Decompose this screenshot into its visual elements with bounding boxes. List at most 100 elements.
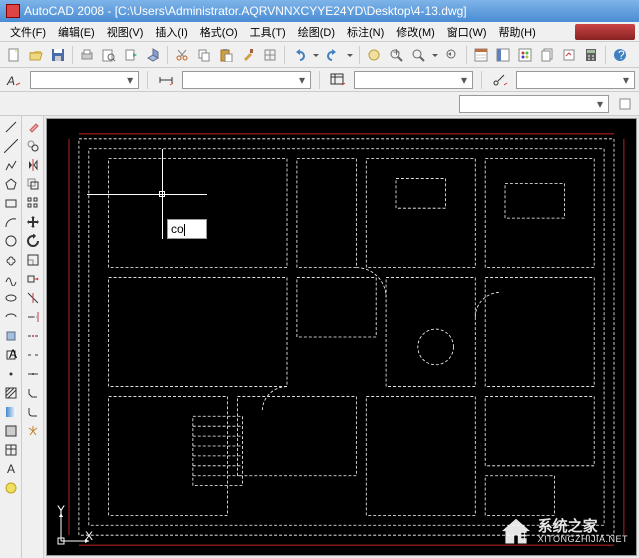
- menu-edit[interactable]: 编辑(E): [52, 22, 101, 42]
- menu-view[interactable]: 视图(V): [101, 22, 150, 42]
- menu-draw[interactable]: 绘图(D): [292, 22, 341, 42]
- dropdown-icon[interactable]: ▾: [124, 73, 136, 87]
- array-icon[interactable]: [24, 194, 42, 212]
- publish-icon[interactable]: [121, 45, 141, 65]
- sheetset-icon[interactable]: [537, 45, 557, 65]
- menu-insert[interactable]: 插入(I): [149, 22, 193, 42]
- preview-icon[interactable]: [99, 45, 119, 65]
- xline-icon[interactable]: [2, 137, 20, 155]
- dropdown-icon[interactable]: ▾: [594, 97, 606, 111]
- dropdown-icon[interactable]: ▾: [296, 73, 308, 87]
- zoom-dropdown-icon[interactable]: [430, 45, 440, 65]
- break-icon[interactable]: [24, 346, 42, 364]
- dimstyle-icon[interactable]: [156, 70, 176, 90]
- revcloud-icon[interactable]: [2, 251, 20, 269]
- rectangle-icon[interactable]: [2, 194, 20, 212]
- rotate-icon[interactable]: [24, 232, 42, 250]
- layer-combo[interactable]: ▾: [459, 95, 609, 113]
- layer-manager-icon[interactable]: [615, 94, 635, 114]
- mleaderstyle-icon[interactable]: [490, 70, 510, 90]
- dimstyle-combo[interactable]: ▾: [182, 71, 311, 89]
- point-icon[interactable]: [2, 365, 20, 383]
- dropdown-icon[interactable]: ▾: [458, 73, 470, 87]
- undo-icon[interactable]: [289, 45, 309, 65]
- 3dwf-icon[interactable]: [143, 45, 163, 65]
- stretch-icon[interactable]: [24, 270, 42, 288]
- markup-icon[interactable]: [559, 45, 579, 65]
- menu-tools[interactable]: 工具(T): [244, 22, 292, 42]
- open-icon[interactable]: [26, 45, 46, 65]
- polygon-icon[interactable]: [2, 175, 20, 193]
- menu-format[interactable]: 格式(O): [194, 22, 244, 42]
- drawing-area[interactable]: co X Y 系统之家 XITONGZHIJIA.NET: [46, 118, 637, 556]
- explode-icon[interactable]: [24, 422, 42, 440]
- offset-icon[interactable]: [24, 175, 42, 193]
- undo-dropdown-icon[interactable]: [311, 45, 321, 65]
- model-canvas[interactable]: [47, 119, 636, 555]
- redo-icon[interactable]: [323, 45, 343, 65]
- svg-text:?: ?: [618, 48, 625, 62]
- spline-icon[interactable]: [2, 270, 20, 288]
- zoom-previous-icon[interactable]: [442, 45, 462, 65]
- ellipse-icon[interactable]: [2, 289, 20, 307]
- toolpalette-icon[interactable]: [515, 45, 535, 65]
- styles-toolbar: A ▾ ▾ ▾ ▾: [0, 68, 639, 92]
- menu-dimension[interactable]: 标注(N): [341, 22, 390, 42]
- fillet-icon[interactable]: [24, 403, 42, 421]
- zoom-realtime-icon[interactable]: +: [386, 45, 406, 65]
- scale-icon[interactable]: [24, 251, 42, 269]
- tablestyle-icon[interactable]: [328, 70, 348, 90]
- dropdown-icon[interactable]: ▾: [620, 73, 632, 87]
- pan-icon[interactable]: [364, 45, 384, 65]
- quickcalc-icon[interactable]: [581, 45, 601, 65]
- crosshair-pickbox: [159, 191, 165, 197]
- pline-icon[interactable]: [2, 156, 20, 174]
- make-block-icon[interactable]: A: [2, 346, 20, 364]
- line-icon[interactable]: [2, 118, 20, 136]
- menu-help[interactable]: 帮助(H): [493, 22, 542, 42]
- new-icon[interactable]: [4, 45, 24, 65]
- save-icon[interactable]: [48, 45, 68, 65]
- insert-block-icon[interactable]: [2, 327, 20, 345]
- menu-file[interactable]: 文件(F): [4, 22, 52, 42]
- cut-icon[interactable]: [172, 45, 192, 65]
- move-icon[interactable]: [24, 213, 42, 231]
- menu-modify[interactable]: 修改(M): [390, 22, 441, 42]
- menu-window[interactable]: 窗口(W): [441, 22, 493, 42]
- chamfer-icon[interactable]: [24, 384, 42, 402]
- extend-icon[interactable]: [24, 308, 42, 326]
- mirror-icon[interactable]: [24, 156, 42, 174]
- plot-icon[interactable]: [77, 45, 97, 65]
- erase-icon[interactable]: [24, 118, 42, 136]
- break-point-icon[interactable]: [24, 327, 42, 345]
- trim-icon[interactable]: [24, 289, 42, 307]
- addselected-icon[interactable]: [2, 479, 20, 497]
- designcenter-icon[interactable]: [493, 45, 513, 65]
- gradient-icon[interactable]: [2, 403, 20, 421]
- region-icon[interactable]: [2, 422, 20, 440]
- properties-icon[interactable]: [471, 45, 491, 65]
- redo-dropdown-icon[interactable]: [345, 45, 355, 65]
- arc-icon[interactable]: [2, 213, 20, 231]
- separator: [466, 46, 467, 64]
- join-icon[interactable]: [24, 365, 42, 383]
- house-icon: [498, 517, 534, 547]
- dynamic-input[interactable]: co: [167, 219, 207, 239]
- textstyle-combo[interactable]: ▾: [30, 71, 139, 89]
- table-icon[interactable]: [2, 441, 20, 459]
- hatch-icon[interactable]: [2, 384, 20, 402]
- mtext-icon[interactable]: A: [2, 460, 20, 478]
- help-icon[interactable]: ?: [610, 45, 630, 65]
- copy-obj-icon[interactable]: [24, 137, 42, 155]
- paste-icon[interactable]: [216, 45, 236, 65]
- mleaderstyle-combo[interactable]: ▾: [516, 71, 635, 89]
- separator: [319, 71, 320, 89]
- blockeditor-icon[interactable]: [260, 45, 280, 65]
- circle-icon[interactable]: [2, 232, 20, 250]
- match-icon[interactable]: [238, 45, 258, 65]
- textstyle-icon[interactable]: A: [4, 70, 24, 90]
- zoom-window-icon[interactable]: [408, 45, 428, 65]
- copy-icon[interactable]: [194, 45, 214, 65]
- ellipse-arc-icon[interactable]: [2, 308, 20, 326]
- tablestyle-combo[interactable]: ▾: [354, 71, 473, 89]
